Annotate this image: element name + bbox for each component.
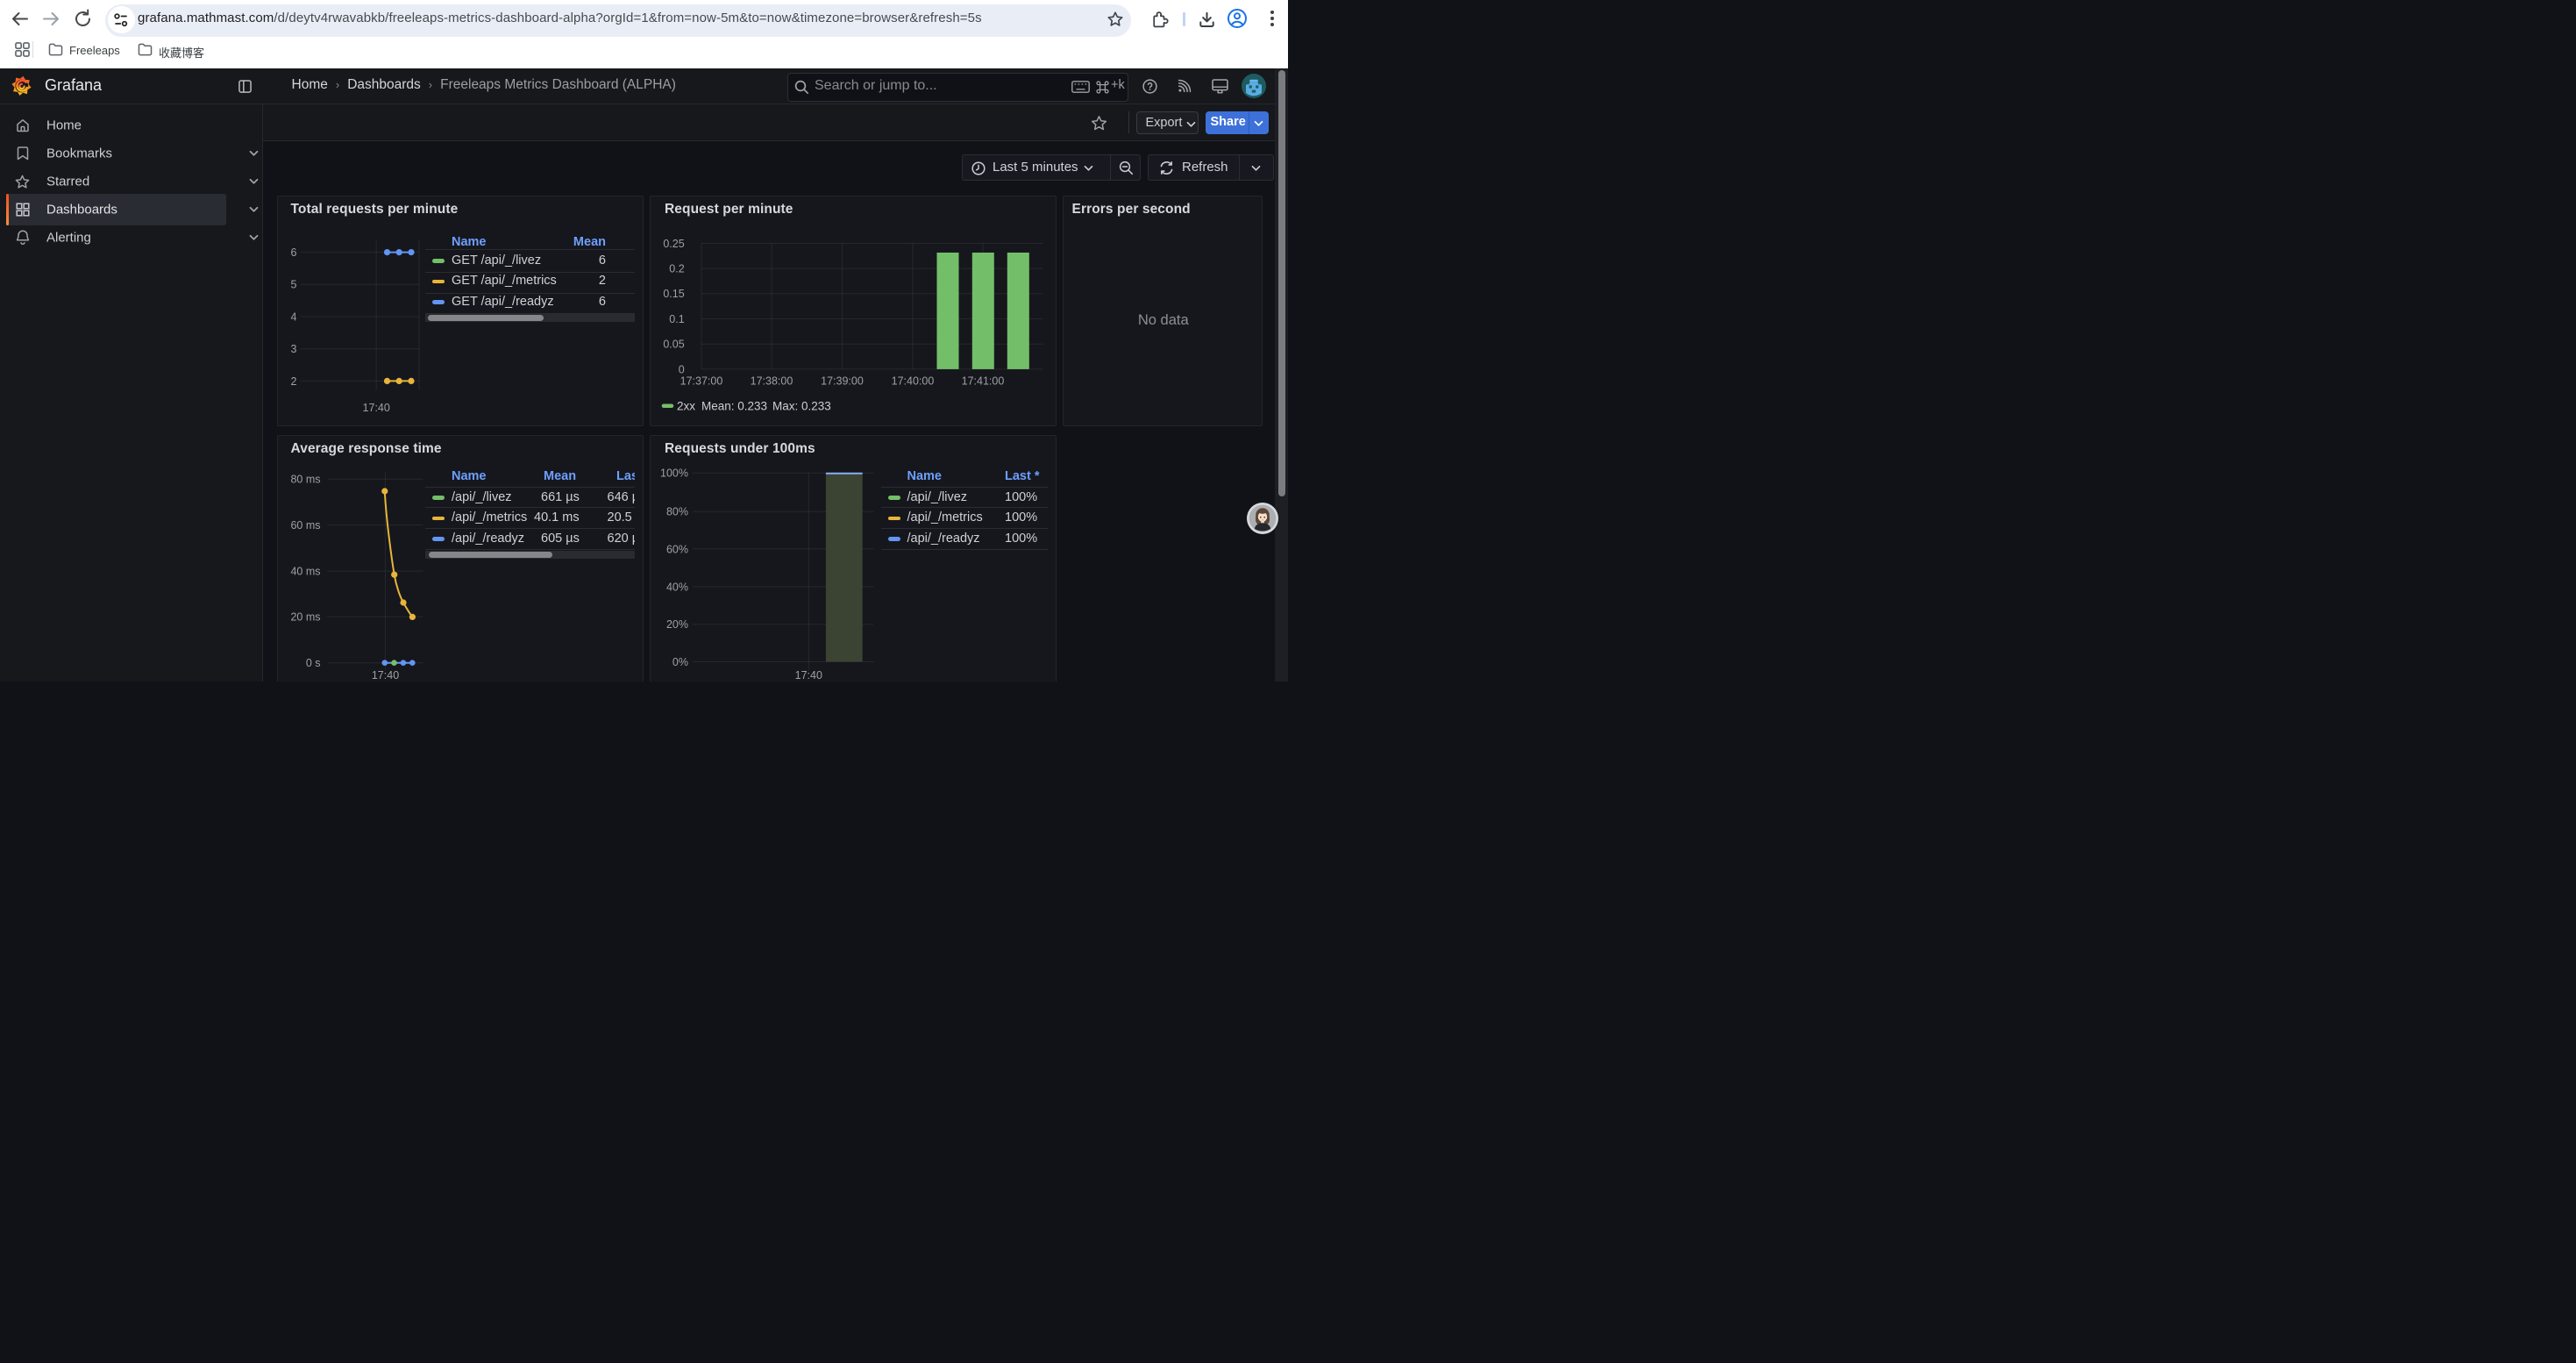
svg-text:0.15: 0.15	[663, 288, 684, 300]
svg-text:17:40: 17:40	[362, 402, 389, 414]
svg-text:17:37:00: 17:37:00	[680, 375, 723, 388]
svg-text:0%: 0%	[672, 655, 688, 667]
svg-text:20 ms: 20 ms	[290, 610, 320, 623]
svg-text:17:40: 17:40	[795, 669, 822, 682]
svg-text:17:40: 17:40	[371, 669, 398, 682]
svg-text:Mean: 0.233: Mean: 0.233	[701, 400, 767, 413]
svg-text:20%: 20%	[666, 618, 688, 631]
svg-text:40%: 40%	[666, 581, 688, 593]
svg-text:0.05: 0.05	[663, 339, 684, 351]
svg-text:60 ms: 60 ms	[290, 518, 320, 531]
svg-text:0.2: 0.2	[669, 263, 684, 275]
svg-text:100%: 100%	[660, 467, 688, 479]
svg-text:0.25: 0.25	[663, 238, 684, 250]
svg-text:17:38:00: 17:38:00	[751, 375, 793, 388]
svg-text:2xx: 2xx	[677, 400, 695, 413]
svg-text:60%: 60%	[666, 543, 688, 555]
svg-text:5: 5	[290, 279, 296, 291]
svg-text:17:39:00: 17:39:00	[821, 375, 864, 388]
svg-text:40 ms: 40 ms	[290, 565, 320, 577]
svg-text:17:40:00: 17:40:00	[892, 375, 935, 388]
svg-text:0.1: 0.1	[669, 313, 684, 325]
svg-text:0: 0	[679, 363, 685, 375]
svg-text:Max: 0.233: Max: 0.233	[772, 400, 831, 413]
svg-text:2: 2	[290, 375, 296, 388]
svg-text:80 ms: 80 ms	[290, 473, 320, 485]
svg-text:80%: 80%	[666, 505, 688, 517]
svg-text:0 s: 0 s	[305, 657, 320, 669]
svg-text:17:41:00: 17:41:00	[962, 375, 1005, 388]
svg-text:6: 6	[290, 246, 296, 259]
svg-text:3: 3	[290, 343, 296, 355]
svg-text:4: 4	[290, 310, 296, 323]
